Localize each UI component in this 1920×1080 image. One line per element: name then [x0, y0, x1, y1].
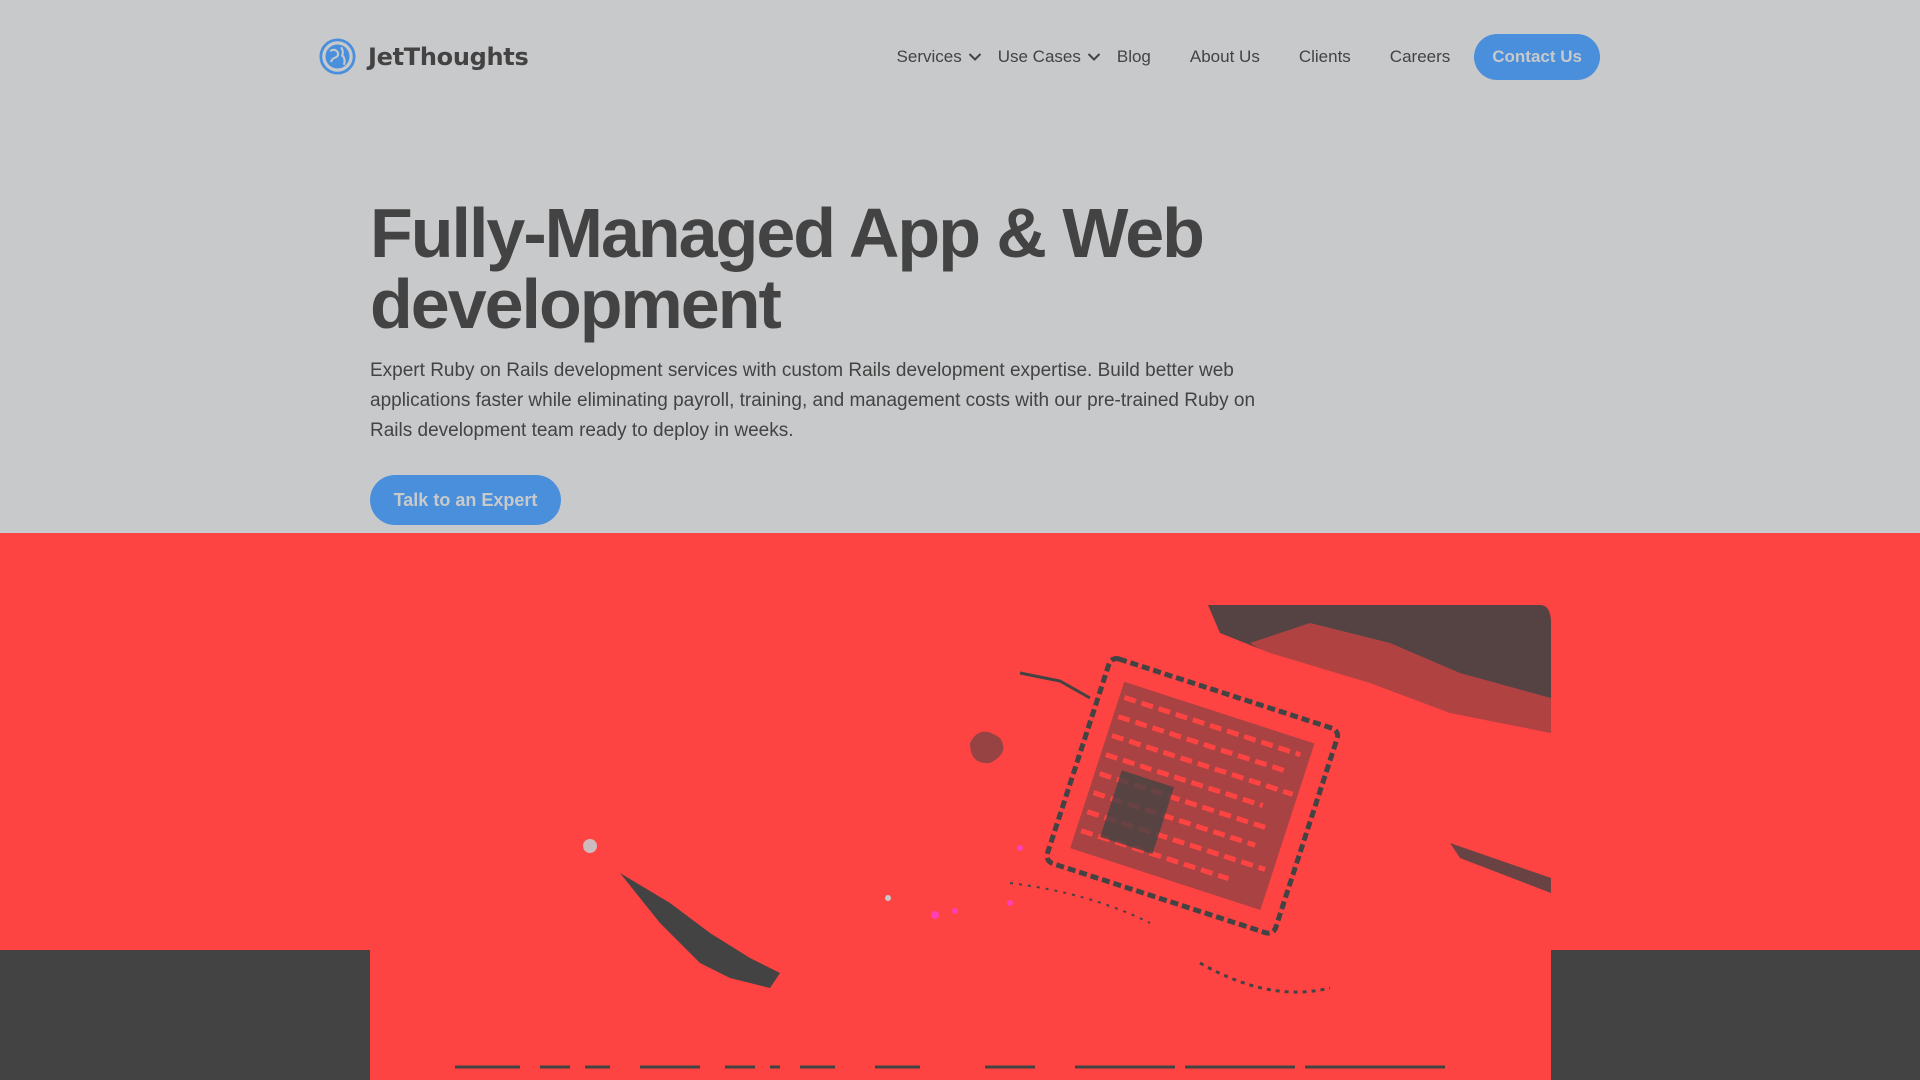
nav-services-label: Services	[896, 47, 962, 66]
globe-logo-icon	[319, 38, 356, 75]
chevron-down-icon	[968, 53, 981, 61]
main-navigation: Services Use Cases Blog About Us Clients…	[897, 34, 1600, 80]
hero-description: Expert Ruby on Rails development service…	[370, 360, 1256, 441]
hero-title-line-1: Fully-Managed App & Web	[370, 194, 1205, 272]
nav-use-cases[interactable]: Use Cases	[998, 47, 1101, 67]
nav-clients[interactable]: Clients	[1299, 47, 1351, 67]
nav-blog-label: Blog	[1116, 47, 1151, 66]
hero-photo-art	[455, 605, 1551, 1069]
chevron-down-icon	[1087, 53, 1101, 61]
hero-photo	[370, 533, 1551, 1080]
brand-name: JetThoughts	[368, 42, 529, 71]
contact-us-button[interactable]: Contact Us	[1474, 34, 1600, 80]
nav-services[interactable]: Services	[897, 47, 982, 67]
hero-title: Fully-Managed App & Web development	[370, 198, 1270, 340]
talk-to-expert-button[interactable]: Talk to an Expert	[370, 475, 561, 525]
nav-about-label: About Us	[1189, 47, 1260, 66]
nav-use-cases-label: Use Cases	[997, 47, 1081, 66]
nav-clients-label: Clients	[1298, 47, 1351, 66]
brand-logo[interactable]: JetThoughts	[319, 38, 529, 75]
nav-careers[interactable]: Careers	[1390, 47, 1450, 67]
hero-title-line-2: development	[370, 265, 782, 343]
nav-about-us[interactable]: About Us	[1190, 47, 1260, 67]
nav-careers-label: Careers	[1389, 47, 1451, 66]
nav-blog[interactable]: Blog	[1117, 47, 1151, 67]
